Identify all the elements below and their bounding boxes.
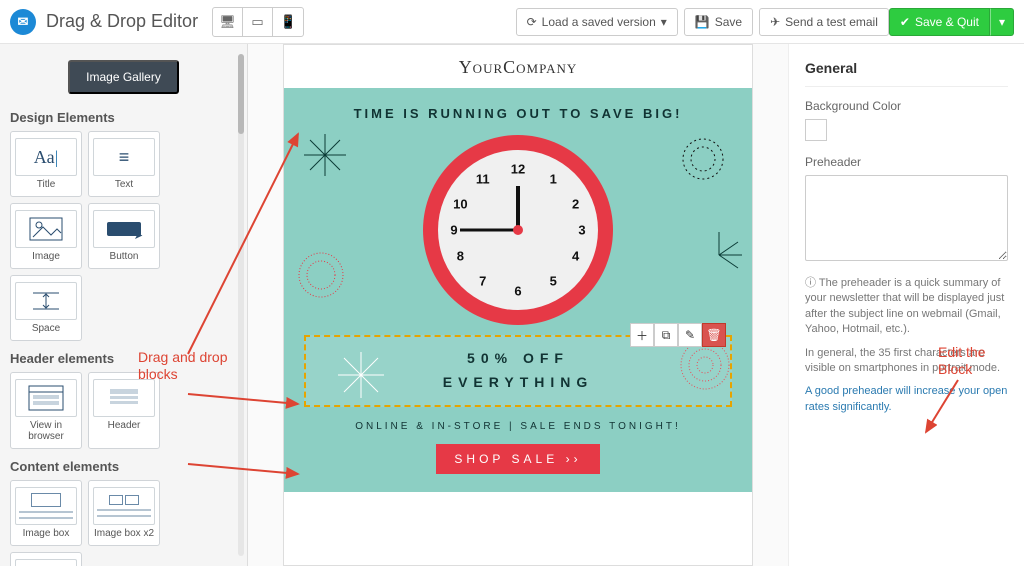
promo-line-2: EVERYTHING <box>316 371 720 395</box>
save-label: Save <box>715 15 742 29</box>
shop-sale-button[interactable]: SHOP SALE ›› <box>436 444 599 474</box>
tile-label: Image box <box>15 528 77 539</box>
hero-headline: TIME IS RUNNING OUT TO SAVE BIG! <box>304 106 732 121</box>
burst-icon <box>298 128 352 182</box>
tile-button[interactable]: ➤ Button <box>88 203 160 269</box>
tile-label: Image <box>15 251 77 262</box>
canvas: YourCompany TIME IS RUNNING OUT TO SAVE … <box>248 44 788 566</box>
app-logo-icon: ✉ <box>10 9 36 35</box>
block-toolbar: ＋ ⧉ ✎ 🗑 <box>630 323 726 347</box>
help-text-1: ⓘ The preheader is a quick summary of yo… <box>805 276 1008 338</box>
send-test-label: Send a test email <box>785 15 878 29</box>
tile-imagebox[interactable]: Image box <box>10 480 82 546</box>
image-gallery-button[interactable]: Image Gallery <box>68 60 179 94</box>
promo-line-1: 50% OFF <box>316 347 720 371</box>
sidebar-scrollbar[interactable] <box>238 54 244 556</box>
tile-label: Space <box>15 323 77 334</box>
help-link[interactable]: A good preheader will increase your open… <box>805 385 1007 412</box>
desktop-view-button[interactable]: 🖥 <box>213 8 243 36</box>
tile-title[interactable]: Aa| Title <box>10 131 82 197</box>
header-icon <box>93 379 155 417</box>
tile-header[interactable]: Header <box>88 372 160 449</box>
space-icon <box>15 282 77 320</box>
save-quit-caret[interactable]: ▾ <box>990 8 1014 36</box>
tile-view-browser[interactable]: View in browser <box>10 372 82 449</box>
tile-label: Header <box>93 420 155 431</box>
help-text-2: In general, the 35 first characters are … <box>805 346 1008 377</box>
brand-header: YourCompany <box>284 45 752 88</box>
image-icon <box>15 210 77 248</box>
burst-icon <box>294 248 348 302</box>
tile-label: View in browser <box>15 420 77 442</box>
block-add-button[interactable]: ＋ <box>630 323 654 347</box>
save-quit-label: Save & Quit <box>915 15 979 29</box>
properties-panel: General Background Color Preheader ⓘ The… <box>788 44 1024 566</box>
save-button[interactable]: 💾 Save <box>684 8 753 36</box>
imagebox-icon <box>15 487 77 525</box>
preheader-label: Preheader <box>805 155 1008 169</box>
panel-title: General <box>805 60 1008 87</box>
block-edit-button[interactable]: ✎ <box>678 323 702 347</box>
tile-label: Image box x2 <box>93 528 155 539</box>
tile-space[interactable]: Space <box>10 275 82 341</box>
app-title: Drag & Drop Editor <box>46 11 198 32</box>
load-version-button[interactable]: ⟳ Load a saved version ▾ <box>516 8 678 36</box>
text-icon: ≡ <box>93 138 155 176</box>
tile-imagebox-x2[interactable]: Image box x2 <box>88 480 160 546</box>
preheader-textarea[interactable] <box>805 175 1008 261</box>
imagebox3-icon <box>15 559 77 566</box>
burst-icon <box>692 228 746 282</box>
tile-text[interactable]: ≡ Text <box>88 131 160 197</box>
title-icon: Aa| <box>15 138 77 176</box>
email-preview[interactable]: YourCompany TIME IS RUNNING OUT TO SAVE … <box>283 44 753 566</box>
bgcolor-swatch[interactable] <box>805 119 827 141</box>
imagebox2-icon <box>93 487 155 525</box>
section-header-heading: Header elements <box>10 351 237 366</box>
tile-imagebox-x3[interactable]: Image box x3 <box>10 552 82 566</box>
hero-section: TIME IS RUNNING OUT TO SAVE BIG! 12123 4… <box>284 88 752 492</box>
section-content-heading: Content elements <box>10 459 237 474</box>
button-icon: ➤ <box>93 210 155 248</box>
burst-icon <box>676 132 730 186</box>
sidebar: Image Gallery Design Elements Aa| Title ≡… <box>0 44 248 566</box>
clock-graphic: 12123 4567 891011 <box>423 135 613 325</box>
tile-label: Text <box>93 179 155 190</box>
browser-icon <box>15 379 77 417</box>
tile-image[interactable]: Image <box>10 203 82 269</box>
mobile-view-button[interactable]: 📱 <box>273 8 303 36</box>
tile-label: Button <box>93 251 155 262</box>
block-delete-button[interactable]: 🗑 <box>702 323 726 347</box>
tablet-view-button[interactable]: ▭ <box>243 8 273 36</box>
send-test-button[interactable]: ✈ Send a test email <box>759 8 889 36</box>
hero-subline: ONLINE & IN-STORE | SALE ENDS TONIGHT! <box>304 421 732 432</box>
bgcolor-label: Background Color <box>805 99 1008 113</box>
viewport-toggle: 🖥 ▭ 📱 <box>212 7 304 37</box>
block-duplicate-button[interactable]: ⧉ <box>654 323 678 347</box>
load-version-label: Load a saved version <box>542 15 656 29</box>
top-toolbar: ✉ Drag & Drop Editor 🖥 ▭ 📱 ⟳ Load a save… <box>0 0 1024 44</box>
tile-label: Title <box>15 179 77 190</box>
section-design-heading: Design Elements <box>10 110 237 125</box>
promo-block-selected[interactable]: ＋ ⧉ ✎ 🗑 50% OFF EVERYTHING <box>304 335 732 407</box>
scrollbar-thumb[interactable] <box>238 54 244 134</box>
save-quit-button[interactable]: ✔ Save & Quit <box>889 8 990 36</box>
